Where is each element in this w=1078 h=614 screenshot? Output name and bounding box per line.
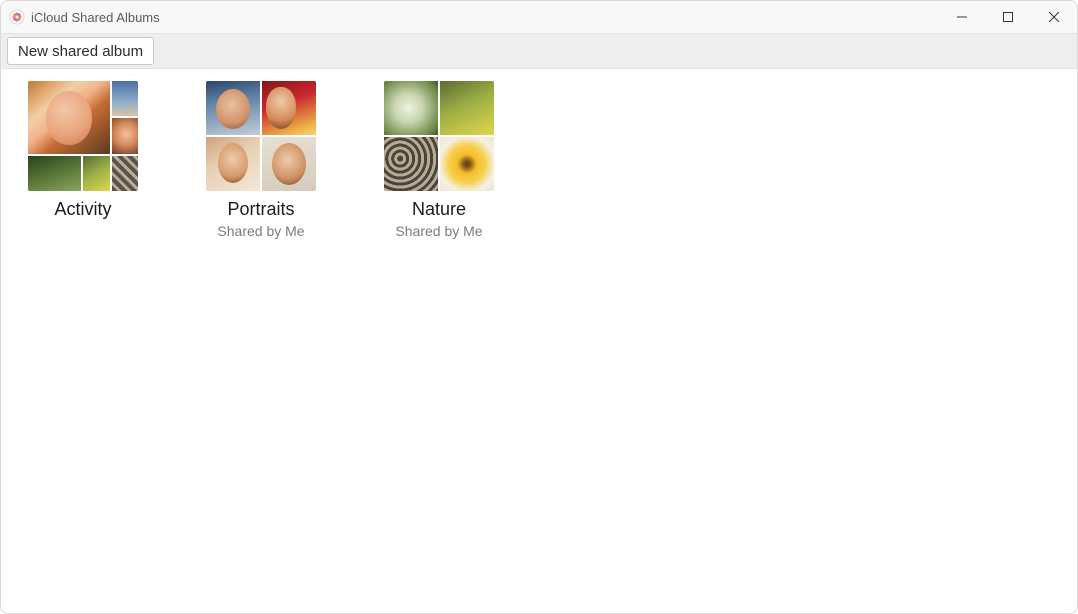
thumb-photo bbox=[206, 81, 260, 135]
thumb-photo bbox=[384, 81, 438, 135]
album-subtitle: Shared by Me bbox=[217, 223, 304, 239]
thumb-photo bbox=[112, 81, 139, 116]
window-maximize-button[interactable] bbox=[985, 1, 1031, 33]
thumb-photo bbox=[262, 137, 316, 191]
app-icon bbox=[9, 9, 25, 25]
new-shared-album-label: New shared album bbox=[18, 43, 143, 60]
thumb-photo bbox=[28, 81, 110, 154]
album-activity[interactable]: Activity bbox=[21, 81, 145, 223]
thumb-photo bbox=[206, 137, 260, 191]
window-title: iCloud Shared Albums bbox=[31, 10, 160, 25]
album-thumbnail bbox=[206, 81, 316, 191]
album-nature[interactable]: Nature Shared by Me bbox=[377, 81, 501, 239]
titlebar: iCloud Shared Albums bbox=[1, 1, 1077, 33]
thumb-photo bbox=[28, 156, 81, 191]
thumb-photo bbox=[112, 118, 139, 153]
thumb-photo bbox=[83, 156, 110, 191]
album-title: Portraits bbox=[227, 199, 294, 221]
new-shared-album-button[interactable]: New shared album bbox=[7, 37, 154, 65]
toolbar: New shared album bbox=[1, 33, 1077, 69]
window-close-button[interactable] bbox=[1031, 1, 1077, 33]
app-window: iCloud Shared Albums New shared album bbox=[0, 0, 1078, 614]
album-thumbnail bbox=[384, 81, 494, 191]
album-title: Nature bbox=[412, 199, 466, 221]
album-subtitle: Shared by Me bbox=[395, 223, 482, 239]
window-minimize-button[interactable] bbox=[939, 1, 985, 33]
thumb-photo bbox=[112, 156, 139, 191]
thumb-photo bbox=[384, 137, 438, 191]
thumb-photo bbox=[262, 81, 316, 135]
album-title: Activity bbox=[54, 199, 111, 221]
album-grid: Activity Portraits Shared by Me Nature S… bbox=[1, 69, 1077, 613]
album-portraits[interactable]: Portraits Shared by Me bbox=[199, 81, 323, 239]
thumb-photo bbox=[440, 81, 494, 135]
album-thumbnail bbox=[28, 81, 138, 191]
thumb-photo bbox=[440, 137, 494, 191]
